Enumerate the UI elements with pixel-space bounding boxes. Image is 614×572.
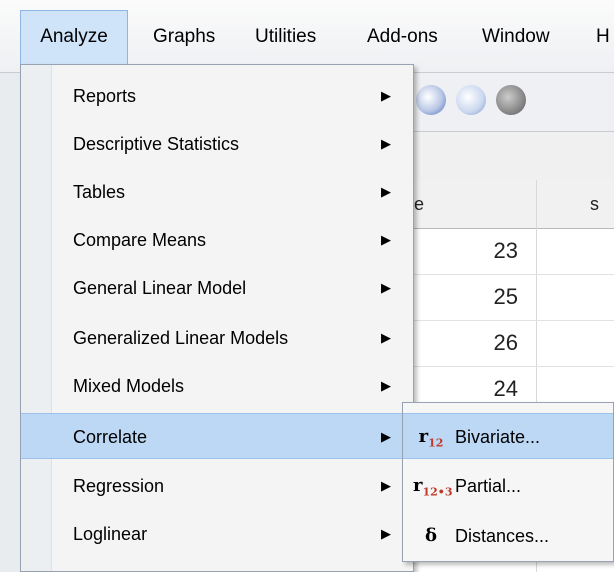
grid-cell[interactable]: 26 [438,330,518,356]
menu-item-label: Loglinear [73,524,148,544]
gray-circles-icon[interactable] [496,85,526,115]
menu-add-ons-label: Add-ons [367,26,438,47]
submenu-item-label: Distances... [455,526,550,546]
menu-window[interactable]: Window [472,14,560,60]
menu-item-tables[interactable]: Tables ▶ [21,169,413,215]
submenu-arrow-icon: ▶ [381,280,391,295]
menu-bar: Analyze Graphs Utilities Add-ons Window … [0,0,614,73]
menu-analyze-label: Analyze [40,26,108,47]
menu-item-compare-means[interactable]: Compare Means ▶ [21,217,413,263]
menu-help-label: H [596,26,610,47]
menu-item-loglinear[interactable]: Loglinear ▶ [21,511,413,557]
menu-item-general-linear-model[interactable]: General Linear Model ▶ [21,265,413,311]
column-header[interactable]: s [590,180,599,228]
analyze-dropdown-menu: Reports ▶ Descriptive Statistics ▶ Table… [20,64,414,572]
menu-item-correlate[interactable]: Correlate ▶ [21,413,413,459]
menu-item-label: Tables [73,182,126,202]
delta-icon: δ [424,525,437,546]
icon-subscript: 12•3 [422,485,453,499]
row-divider [414,274,614,275]
menu-help[interactable]: H [586,14,614,60]
icon-subscript: 12 [428,436,444,450]
submenu-arrow-icon: ▶ [381,526,391,541]
toolbar [414,73,614,132]
correlate-submenu: r12 Bivariate... r12•3 Partial... δ Dist… [402,402,614,562]
menu-utilities-label: Utilities [255,26,317,47]
grid-header: e s [414,180,614,229]
menu-item-label: Compare Means [73,230,207,250]
grid-cell[interactable]: 25 [438,284,518,310]
menu-item-label: Generalized Linear Models [73,328,289,348]
row-divider [414,320,614,321]
menu-item-regression[interactable]: Regression ▶ [21,463,413,509]
menu-item-label: Descriptive Statistics [73,134,240,154]
r12-icon: r12 [413,414,449,467]
submenu-arrow-icon: ▶ [381,429,391,444]
submenu-arrow-icon: ▶ [381,378,391,393]
icon-letter: r [418,426,429,447]
tag-icon[interactable] [416,85,446,115]
menu-utilities[interactable]: Utilities [245,14,326,60]
circles-icon[interactable] [456,85,486,115]
menu-item-mixed-models[interactable]: Mixed Models ▶ [21,363,413,409]
menu-item-generalized-linear-models[interactable]: Generalized Linear Models ▶ [21,315,413,361]
submenu-arrow-icon: ▶ [381,136,391,151]
submenu-arrow-icon: ▶ [381,330,391,345]
submenu-arrow-icon: ▶ [381,232,391,247]
menu-item-label: Regression [73,476,165,496]
menu-item-label: Reports [73,86,137,106]
submenu-item-partial[interactable]: r12•3 Partial... [403,463,613,509]
grid-cell[interactable]: 24 [438,376,518,402]
submenu-arrow-icon: ▶ [381,88,391,103]
menu-graphs-label: Graphs [153,26,216,47]
menu-graphs[interactable]: Graphs [143,14,225,60]
left-edge-strip [0,73,21,572]
r12-3-icon: r12•3 [413,463,453,516]
grid-cell[interactable]: 23 [438,238,518,264]
submenu-arrow-icon: ▶ [381,478,391,493]
submenu-arrow-icon: ▶ [381,184,391,199]
column-header[interactable]: e [414,180,424,228]
menu-window-label: Window [482,26,550,47]
submenu-item-label: Bivariate... [455,427,541,447]
menu-add-ons[interactable]: Add-ons [357,14,448,60]
menu-item-label: Mixed Models [73,376,185,396]
menu-item-label: Correlate [73,427,148,447]
submenu-item-label: Partial... [455,476,522,496]
menu-item-label: General Linear Model [73,278,247,298]
submenu-item-bivariate[interactable]: r12 Bivariate... [403,413,613,459]
menu-analyze[interactable]: Analyze [20,10,128,64]
submenu-item-distances[interactable]: δ Distances... [403,513,613,559]
menu-item-reports[interactable]: Reports ▶ [21,73,413,119]
menu-item-descriptive-statistics[interactable]: Descriptive Statistics ▶ [21,121,413,167]
row-divider [414,366,614,367]
